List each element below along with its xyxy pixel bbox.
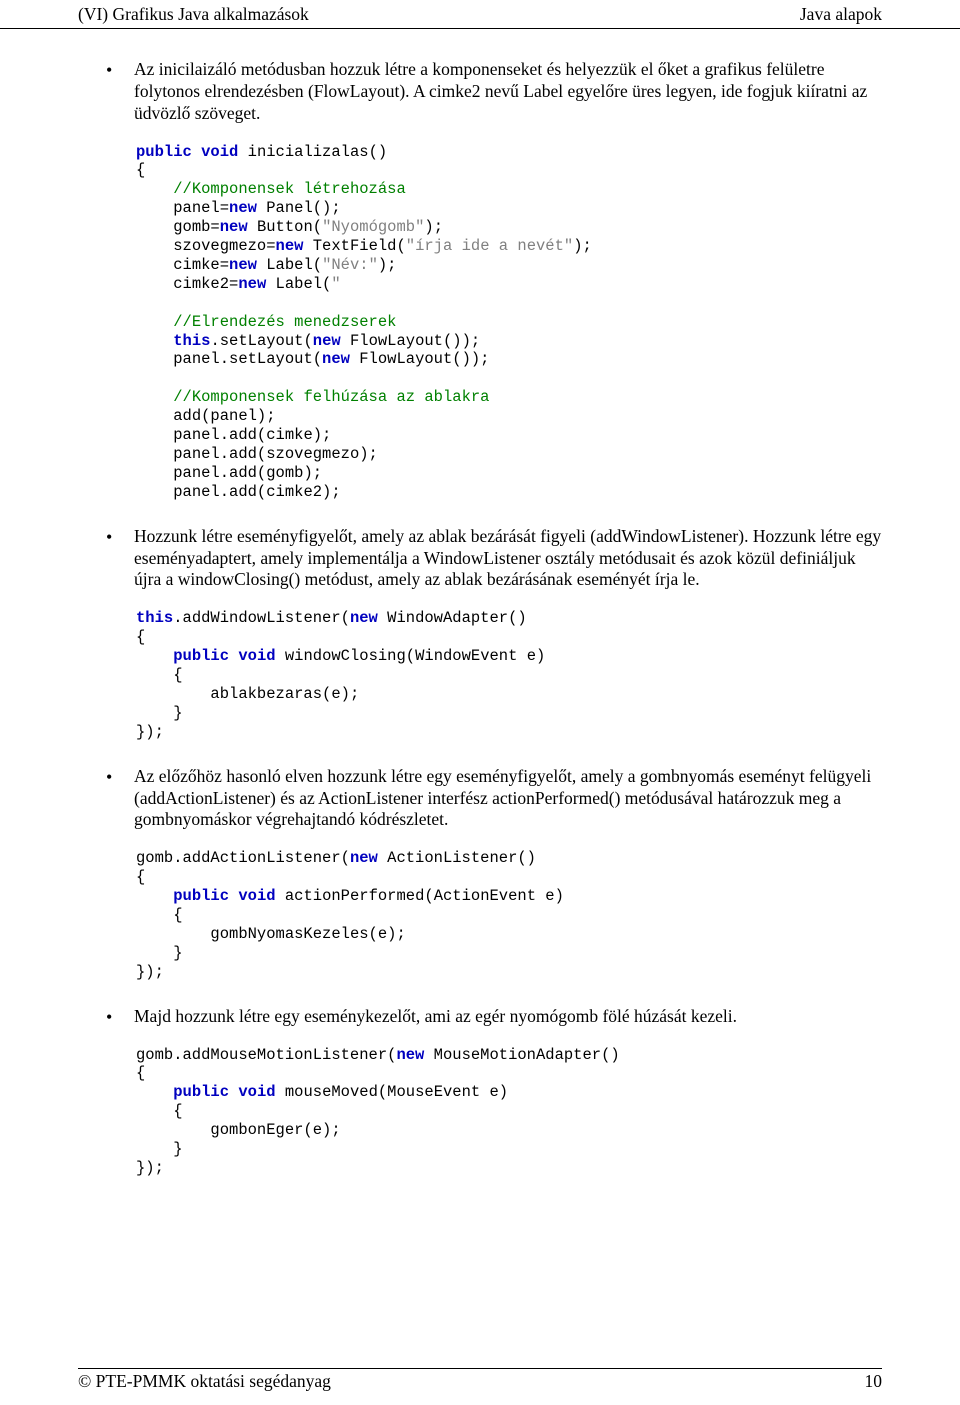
paragraph: Az előzőhöz hasonló elven hozzunk létre … bbox=[134, 766, 882, 832]
page-header: (VI) Grafikus Java alkalmazások Java ala… bbox=[0, 0, 960, 29]
page-number: 10 bbox=[865, 1371, 883, 1393]
bullet-list: Az előzőhöz hasonló elven hozzunk létre … bbox=[78, 766, 882, 832]
code-block-action-listener: gomb.addActionListener(new ActionListene… bbox=[136, 849, 882, 981]
bullet-list: Az inicilaizáló metódusban hozzuk létre … bbox=[78, 59, 882, 125]
code-block-window-listener: this.addWindowListener(new WindowAdapter… bbox=[136, 609, 882, 741]
paragraph: Az inicilaizáló metódusban hozzuk létre … bbox=[134, 59, 882, 125]
code-block-mouse-motion: gomb.addMouseMotionListener(new MouseMot… bbox=[136, 1046, 882, 1178]
header-left: (VI) Grafikus Java alkalmazások bbox=[78, 4, 309, 26]
list-item: Hozzunk létre eseményfigyelőt, amely az … bbox=[106, 526, 882, 592]
footer-left: © PTE-PMMK oktatási segédanyag bbox=[78, 1371, 331, 1393]
code-block-inicializalas: public void inicializalas() { //Komponen… bbox=[136, 143, 882, 502]
list-item: Majd hozzunk létre egy eseménykezelőt, a… bbox=[106, 1006, 882, 1028]
paragraph: Majd hozzunk létre egy eseménykezelőt, a… bbox=[134, 1006, 882, 1028]
bullet-list: Majd hozzunk létre egy eseménykezelőt, a… bbox=[78, 1006, 882, 1028]
list-item: Az inicilaizáló metódusban hozzuk létre … bbox=[106, 59, 882, 125]
list-item: Az előzőhöz hasonló elven hozzunk létre … bbox=[106, 766, 882, 832]
bullet-list: Hozzunk létre eseményfigyelőt, amely az … bbox=[78, 526, 882, 592]
header-right: Java alapok bbox=[800, 4, 882, 26]
paragraph: Hozzunk létre eseményfigyelőt, amely az … bbox=[134, 526, 882, 592]
page-content: Az inicilaizáló metódusban hozzuk létre … bbox=[0, 29, 960, 1178]
page-footer: © PTE-PMMK oktatási segédanyag 10 bbox=[0, 1369, 960, 1393]
